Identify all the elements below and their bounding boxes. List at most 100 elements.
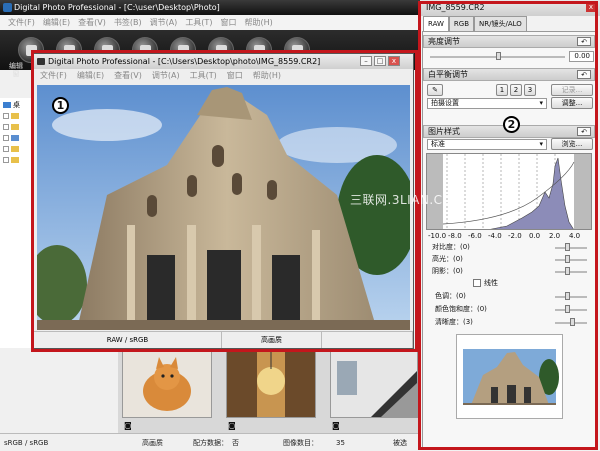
status-count-label: 图像数目： xyxy=(283,438,318,447)
chevron-down-icon: ▾ xyxy=(539,140,543,148)
tick-label: -10.0 xyxy=(428,232,447,240)
menu-help[interactable]: 帮助(H) xyxy=(253,69,281,83)
menu-edit[interactable]: 编辑(E) xyxy=(43,15,70,30)
thumbnail-chandelier[interactable] xyxy=(226,350,316,418)
style-browse-button[interactable]: 浏览... xyxy=(551,138,593,150)
eyedropper-button[interactable]: ✎ xyxy=(427,84,443,96)
contrast-knob[interactable] xyxy=(565,243,570,251)
palette-tabs: RAW RGB NR/镜头/ALO xyxy=(423,16,527,31)
edit-window-status: RAW / sRGB 高画质 xyxy=(34,331,413,348)
shadow-knob[interactable] xyxy=(565,267,570,275)
tab-nr-lens[interactable]: NR/镜头/ALO xyxy=(474,16,527,31)
app-icon xyxy=(3,3,12,12)
wb-preset-1[interactable]: 1 xyxy=(496,84,508,96)
status-recipe-label: 配方数据： xyxy=(193,438,228,447)
tree-row[interactable] xyxy=(3,122,31,132)
palette-title-bar: IMG_8559.CR2 x xyxy=(420,0,600,16)
toolbar-label: 编辑 窗 xyxy=(9,62,23,78)
wb-preset-3[interactable]: 3 xyxy=(524,84,536,96)
menu-window[interactable]: 窗口 xyxy=(227,69,243,83)
tick-label: -6.0 xyxy=(468,232,482,240)
wb-register-button[interactable]: 记录... xyxy=(551,84,593,96)
folder-icon xyxy=(11,146,19,152)
sharpness-knob[interactable] xyxy=(570,318,575,326)
thumbnail-strip: ◙ ◙ ◙ xyxy=(118,348,420,433)
linear-checkbox[interactable] xyxy=(473,279,481,287)
tab-raw[interactable]: RAW xyxy=(423,16,449,31)
expand-icon xyxy=(3,124,9,130)
saturation-knob[interactable] xyxy=(565,305,570,313)
eyedropper-icon: ✎ xyxy=(432,86,438,94)
thumbnail-interior[interactable] xyxy=(330,350,418,418)
style-reset-button[interactable]: ↶ xyxy=(577,127,591,136)
tree-row[interactable] xyxy=(3,144,31,154)
main-status-bar: sRGB / sRGB 高画质 配方数据： 否 图像数目： 35 被选 xyxy=(0,433,420,451)
status-quality: 高画质 xyxy=(142,438,163,447)
tree-row[interactable] xyxy=(3,111,31,121)
interior-image xyxy=(331,351,417,417)
brightness-value[interactable]: 0.00 xyxy=(569,51,594,62)
palette-title: IMG_8559.CR2 xyxy=(426,3,485,12)
tab-rgb[interactable]: RGB xyxy=(448,16,475,31)
brightness-knob[interactable] xyxy=(496,52,501,60)
callout-badge-1: 1 xyxy=(52,97,69,114)
status-selected: 被选 xyxy=(393,438,407,447)
menu-edit[interactable]: 编辑(E) xyxy=(77,69,104,83)
menu-tools[interactable]: 工具(T) xyxy=(190,69,217,83)
wb-adjust-button[interactable]: 调整... xyxy=(551,97,593,109)
camera-icon xyxy=(37,58,45,65)
minimize-button[interactable]: – xyxy=(360,56,372,66)
contrast-slider[interactable] xyxy=(555,247,587,249)
status-color-space: sRGB / sRGB xyxy=(4,438,49,447)
style-value: 标准 xyxy=(431,140,445,148)
highlight-knob[interactable] xyxy=(565,255,570,263)
main-title-text: Digital Photo Professional - [C:\user\De… xyxy=(14,3,220,12)
status-recipe-value: 否 xyxy=(232,438,239,447)
tick-label: -2.0 xyxy=(508,232,522,240)
brightness-reset-button[interactable]: ↶ xyxy=(577,37,591,46)
menu-file[interactable]: 文件(F) xyxy=(40,69,67,83)
tree-row[interactable] xyxy=(3,155,31,165)
menu-adjust[interactable]: 调节(A) xyxy=(152,69,180,83)
highlight-slider[interactable] xyxy=(555,259,587,261)
menu-file[interactable]: 文件(F) xyxy=(8,15,35,30)
status-raw: RAW / sRGB xyxy=(34,332,222,348)
histogram-ticks: -10.0 -8.0 -6.0 -4.0 -2.0 0.0 2.0 4.0 xyxy=(428,232,596,241)
status-quality: 高画质 xyxy=(222,332,322,348)
menu-view[interactable]: 查看(V) xyxy=(114,69,142,83)
maximize-button[interactable]: □ xyxy=(374,56,386,66)
tone-knob[interactable] xyxy=(565,292,570,300)
cat-image xyxy=(123,351,211,417)
palette-close-button[interactable]: x xyxy=(586,2,596,12)
callout-badge-2: 2 xyxy=(503,116,520,133)
menu-window[interactable]: 窗口 xyxy=(220,15,236,30)
camera-icon: ◙ xyxy=(332,421,340,430)
menu-bookmark[interactable]: 书签(B) xyxy=(114,15,142,30)
wb-preset-2[interactable]: 2 xyxy=(510,84,522,96)
section-brightness: 亮度调节 ↶ xyxy=(423,35,595,48)
wb-mode-select[interactable]: 拍摄设置 ▾ xyxy=(427,98,547,109)
saturation-slider[interactable] xyxy=(555,309,587,311)
tree-row-desktop[interactable]: 桌 xyxy=(3,100,31,110)
tone-slider[interactable] xyxy=(555,296,587,298)
folder-tree[interactable]: 桌 xyxy=(0,98,34,348)
thumbnail-cat[interactable] xyxy=(122,350,212,418)
close-button[interactable]: x xyxy=(388,56,400,66)
style-select[interactable]: 标准 ▾ xyxy=(427,139,547,150)
shadow-slider[interactable] xyxy=(555,271,587,273)
wb-reset-button[interactable]: ↶ xyxy=(577,70,591,79)
folder-icon xyxy=(11,113,19,119)
section-white-balance: 白平衡调节 ↶ xyxy=(423,68,595,81)
tree-row[interactable] xyxy=(3,133,31,143)
menu-view[interactable]: 查看(V) xyxy=(78,15,106,30)
menu-adjust[interactable]: 调节(A) xyxy=(150,15,178,30)
style-label: 图片样式 xyxy=(428,127,460,136)
folder-icon xyxy=(11,124,19,130)
contrast-label: 对比度：(0) xyxy=(432,243,470,251)
tool-palette: IMG_8559.CR2 x RAW RGB NR/镜头/ALO 亮度调节 ↶ … xyxy=(420,0,600,451)
navigator-preview[interactable] xyxy=(456,334,563,419)
watermark: 三联网.3LIAN.COM xyxy=(350,193,464,207)
expand-icon xyxy=(3,135,9,141)
menu-tools[interactable]: 工具(T) xyxy=(185,15,212,30)
menu-help[interactable]: 帮助(H) xyxy=(244,15,272,30)
